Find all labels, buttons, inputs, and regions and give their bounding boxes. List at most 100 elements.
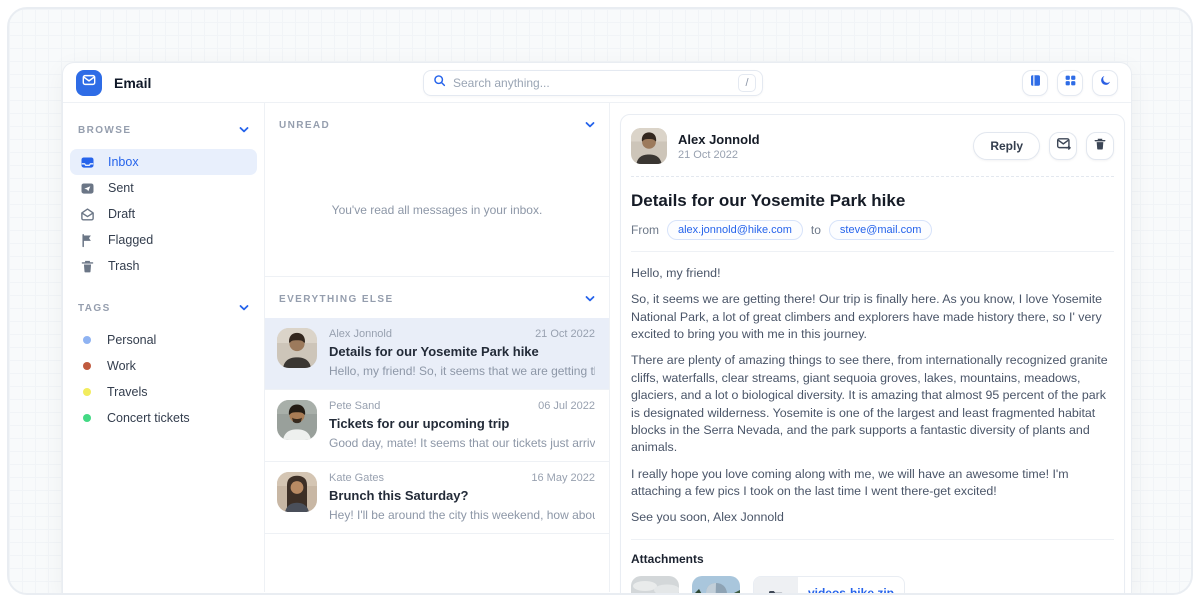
avatar: [631, 128, 667, 164]
body-paragraph: There are plenty of amazing things to se…: [631, 352, 1114, 456]
from-to-row: From alex.jonnold@hike.com to steve@mail…: [631, 220, 1114, 240]
unread-section-header[interactable]: UNREAD: [265, 103, 609, 144]
tag-dot: [83, 336, 91, 344]
tag-label: Concert tickets: [107, 411, 190, 425]
avatar: [277, 400, 317, 440]
sidebar-item-label: Flagged: [108, 233, 153, 247]
sidebar-item-label: Inbox: [108, 155, 139, 169]
tag-list: Personal Work Travels Concert ticke: [70, 327, 257, 431]
mail-date: 06 Jul 2022: [538, 400, 595, 412]
draft-icon: [80, 207, 95, 222]
detail-actions: Reply: [973, 132, 1114, 160]
sidebar-item-label: Draft: [108, 207, 135, 221]
chevron-down-icon: [239, 299, 249, 317]
tag-label: Travels: [107, 385, 148, 399]
chevron-down-icon: [585, 290, 595, 308]
delete-button[interactable]: [1086, 132, 1114, 160]
tag-item-travels[interactable]: Travels: [70, 379, 257, 405]
email-body: Hello, my friend! So, it seems we are ge…: [631, 265, 1114, 527]
to-email-pill[interactable]: steve@mail.com: [829, 220, 932, 240]
notebook-button[interactable]: [1022, 70, 1048, 96]
page-title: Email: [114, 75, 151, 91]
header-divider: [631, 176, 1114, 177]
unread-empty-state: You've read all messages in your inbox.: [265, 144, 609, 277]
everything-else-section-header[interactable]: EVERYTHING ELSE: [265, 277, 609, 318]
mail-snippet: Good day, mate! It seems that our ticket…: [329, 436, 595, 450]
half-dome-photo[interactable]: [692, 576, 740, 593]
tags-label: TAGS: [78, 303, 111, 314]
trash-icon: [1093, 137, 1107, 156]
apps-grid-button[interactable]: [1057, 70, 1083, 96]
tag-item-personal[interactable]: Personal: [70, 327, 257, 353]
detail-sender-block: Alex Jonnold 21 Oct 2022: [678, 132, 760, 161]
mail-subject: Brunch this Saturday?: [329, 488, 595, 503]
body-divider: [631, 251, 1114, 252]
trash-icon: [80, 259, 95, 274]
mail-list-column: UNREAD You've read all messages in your …: [265, 103, 610, 592]
attachments-label: Attachments: [631, 552, 1114, 566]
detail-header: Alex Jonnold 21 Oct 2022 Reply: [631, 128, 1114, 164]
yosemite-valley-photo[interactable]: [631, 576, 679, 593]
everything-else-label: EVERYTHING ELSE: [279, 294, 394, 305]
zip-attachment-card[interactable]: videos-hike.zip 100 MB: [753, 576, 905, 593]
sidebar-item-label: Trash: [108, 259, 140, 273]
sidebar-item-flagged[interactable]: Flagged: [70, 227, 257, 253]
list-item-email-pete[interactable]: Pete Sand 06 Jul 2022 Tickets for our up…: [265, 390, 609, 462]
sidebar-item-sent[interactable]: Sent: [70, 175, 257, 201]
search-shortcut-badge: /: [738, 74, 756, 92]
browse-label: BROWSE: [78, 125, 131, 136]
avatar: [277, 328, 317, 368]
tag-dot: [83, 414, 91, 422]
folder-list: Inbox Sent Draft: [70, 149, 257, 279]
list-item-email-kate[interactable]: Kate Gates 16 May 2022 Brunch this Satur…: [265, 462, 609, 534]
sidebar-item-trash[interactable]: Trash: [70, 253, 257, 279]
detail-subject: Details for our Yosemite Park hike: [631, 191, 1114, 211]
avatar: [277, 472, 317, 512]
reply-button[interactable]: Reply: [973, 132, 1040, 160]
body-paragraph: So, it seems we are getting there! Our t…: [631, 291, 1114, 343]
topbar-actions: [1022, 70, 1118, 96]
detail-date: 21 Oct 2022: [678, 149, 760, 161]
browse-section-header[interactable]: BROWSE: [70, 113, 257, 149]
folder-icon: [768, 590, 784, 593]
search-bar[interactable]: /: [423, 70, 763, 96]
main-layout: BROWSE Inbox: [63, 103, 1131, 592]
tag-label: Personal: [107, 333, 156, 347]
mail-sender: Alex Jonnold: [329, 328, 392, 340]
envelope-icon: [82, 73, 96, 92]
forward-button[interactable]: [1049, 132, 1077, 160]
tag-dot: [83, 388, 91, 396]
dark-mode-toggle[interactable]: [1092, 70, 1118, 96]
from-label: From: [631, 223, 659, 237]
tag-label: Work: [107, 359, 136, 373]
to-label: to: [811, 223, 821, 237]
mail-subject: Details for our Yosemite Park hike: [329, 344, 595, 359]
tag-item-work[interactable]: Work: [70, 353, 257, 379]
chevron-down-icon: [239, 121, 249, 139]
body-paragraph: Hello, my friend!: [631, 265, 1114, 282]
attachments-row: videos-hike.zip 100 MB: [631, 576, 1114, 593]
app-logo[interactable]: [76, 70, 102, 96]
tags-section-header[interactable]: TAGS: [70, 291, 257, 327]
body-paragraph: See you soon, Alex Jonnold: [631, 509, 1114, 526]
list-item-email-alex[interactable]: Alex Jonnold 21 Oct 2022 Details for our…: [265, 318, 609, 390]
mail-date: 21 Oct 2022: [535, 328, 595, 340]
mail-meta: Kate Gates 16 May 2022 Brunch this Satur…: [329, 472, 595, 522]
inbox-icon: [80, 155, 95, 170]
unread-label: UNREAD: [279, 120, 330, 131]
search-input[interactable]: [453, 76, 738, 90]
flag-icon: [80, 233, 95, 248]
sidebar-item-draft[interactable]: Draft: [70, 201, 257, 227]
from-email-pill[interactable]: alex.jonnold@hike.com: [667, 220, 803, 240]
sent-icon: [80, 181, 95, 196]
tag-item-concert-tickets[interactable]: Concert tickets: [70, 405, 257, 431]
zip-file-info: videos-hike.zip 100 MB: [798, 577, 904, 593]
grid-icon: [1064, 74, 1077, 92]
email-detail-card: Alex Jonnold 21 Oct 2022 Reply: [620, 114, 1125, 593]
mail-snippet: Hello, my friend! So, it seems that we a…: [329, 364, 595, 378]
sidebar-item-inbox[interactable]: Inbox: [70, 149, 257, 175]
moon-icon: [1099, 74, 1112, 92]
mail-meta: Pete Sand 06 Jul 2022 Tickets for our up…: [329, 400, 595, 450]
detail-sender-name: Alex Jonnold: [678, 132, 760, 147]
body-paragraph: I really hope you love coming along with…: [631, 466, 1114, 501]
